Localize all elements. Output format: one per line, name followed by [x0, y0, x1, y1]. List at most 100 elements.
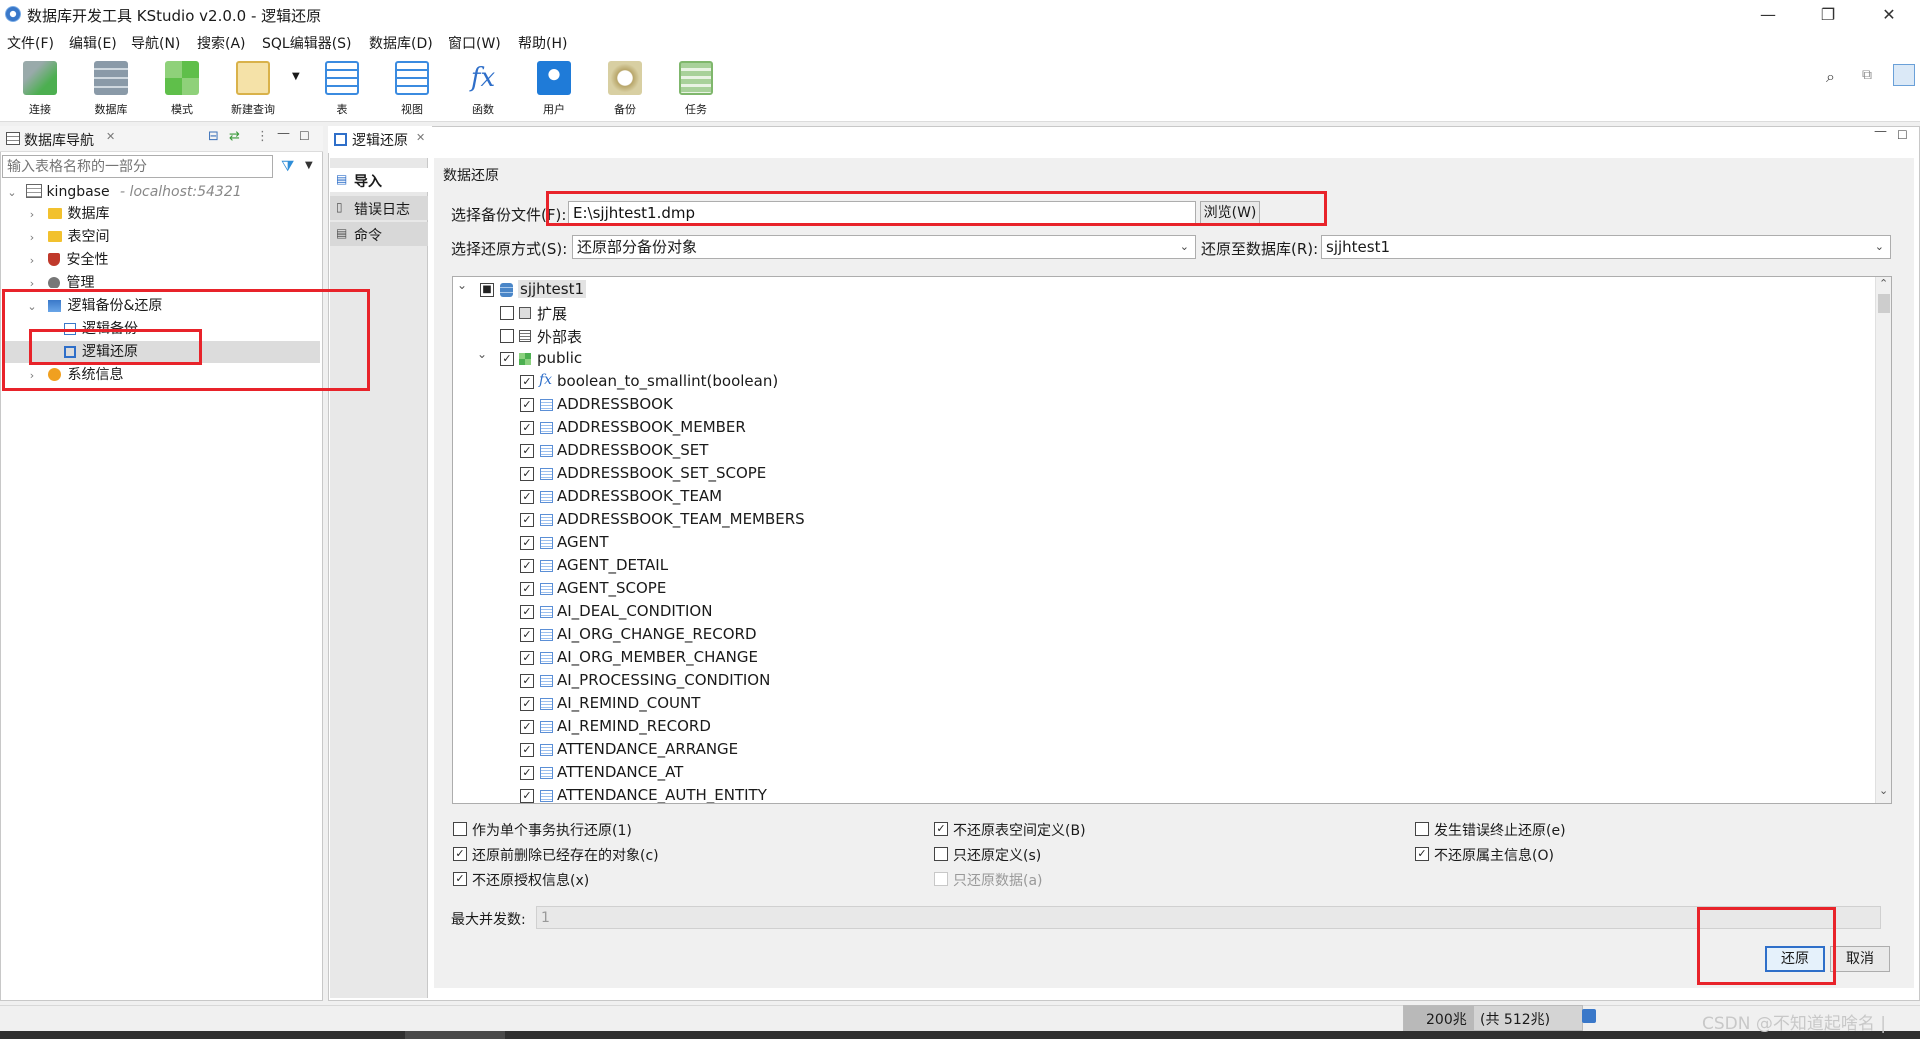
chevron-right-icon[interactable]: ›	[26, 204, 38, 226]
maximize-editor-icon[interactable]: ☐	[1897, 128, 1908, 142]
schema-button[interactable]: 模式	[151, 61, 213, 119]
object-checkbox[interactable]: ✓	[520, 513, 534, 527]
task-button[interactable]: 任务	[665, 61, 727, 119]
object-checkbox[interactable]: ✓	[520, 766, 534, 780]
scroll-up-icon[interactable]: ⌃	[1879, 277, 1888, 290]
object-checkbox[interactable]: ✓	[520, 674, 534, 688]
restore-mode-select[interactable]: 还原部分备份对象 ⌄	[572, 235, 1196, 259]
object-checkbox[interactable]: ✓	[520, 651, 534, 665]
menu-search[interactable]: 搜索(A)	[197, 33, 246, 53]
connect-button[interactable]: 连接	[9, 61, 71, 119]
object-checkbox[interactable]: ✓	[520, 375, 534, 389]
minimize-editor-icon[interactable]: —	[1874, 124, 1887, 139]
max-concurrency-input[interactable]	[536, 906, 1881, 929]
tree-item-logical-restore[interactable]: 逻辑还原	[64, 341, 138, 363]
side-tab-import[interactable]: ▤ 导入	[330, 168, 428, 192]
filter-dropdown-icon[interactable]: ▼	[305, 160, 313, 171]
navigator-tab-label[interactable]: 数据库导航	[24, 130, 94, 150]
editor-tab-close-icon[interactable]: ✕	[416, 131, 425, 144]
single-transaction-checkbox[interactable]	[453, 822, 467, 836]
backup-button[interactable]: 备份	[594, 61, 656, 119]
object-checkbox[interactable]: ✓	[520, 628, 534, 642]
minimize-button[interactable]: —	[1745, 0, 1791, 29]
link-editor-icon[interactable]: ⇄	[229, 129, 240, 144]
no-privileges-checkbox[interactable]: ✓	[453, 872, 467, 886]
tree-item-security[interactable]: › 安全性	[26, 249, 109, 272]
object-checkbox[interactable]: ✓	[520, 789, 534, 803]
collapse-all-icon[interactable]: ⊟	[208, 129, 219, 144]
perspective-icon[interactable]: ⧉	[1862, 67, 1872, 83]
tree-item-databases[interactable]: › 数据库	[26, 203, 110, 226]
menu-sql-editor[interactable]: SQL编辑器(S)	[262, 33, 352, 53]
browse-button[interactable]: 浏览(W)	[1200, 201, 1260, 225]
search-icon[interactable]: ⌕	[1826, 67, 1835, 87]
editor-tab[interactable]: 逻辑还原 ✕	[328, 126, 432, 153]
backup-file-input[interactable]	[568, 201, 1196, 225]
object-checkbox[interactable]: ✓	[520, 559, 534, 573]
side-tab-command[interactable]: ▤ 命令	[330, 222, 428, 246]
restore-button[interactable]: ❐	[1805, 0, 1851, 29]
menu-database[interactable]: 数据库(D)	[369, 33, 433, 53]
view-button[interactable]: 视图	[381, 61, 443, 119]
chevron-right-icon[interactable]: ›	[26, 250, 38, 272]
object-checkbox[interactable]: ✓	[520, 444, 534, 458]
minimize-panel-icon[interactable]: —	[277, 126, 290, 141]
database-button[interactable]: 数据库	[80, 61, 142, 119]
object-checkbox[interactable]: ✓	[520, 421, 534, 435]
object-checkbox[interactable]: ✓	[520, 536, 534, 550]
function-button[interactable]: fx 函数	[452, 61, 514, 119]
garbage-collect-icon[interactable]	[1582, 1009, 1596, 1023]
side-tab-error-log[interactable]: ▯ 错误日志	[330, 196, 428, 220]
no-tablespace-checkbox[interactable]: ✓	[934, 822, 948, 836]
tree-item-system-info[interactable]: › 系统信息	[26, 364, 124, 387]
restore-button[interactable]: 还原	[1765, 946, 1825, 972]
menu-file[interactable]: 文件(F)	[7, 33, 54, 53]
new-query-dropdown-icon[interactable]: ▼	[292, 71, 300, 82]
public-checkbox[interactable]: ✓	[500, 352, 514, 366]
navigator-filter-input[interactable]	[2, 155, 273, 178]
tree-connection-kingbase[interactable]: ⌄ kingbase - localhost:54321	[6, 181, 242, 203]
filter-icon[interactable]: ⧩	[281, 157, 294, 175]
extension-checkbox[interactable]	[500, 306, 514, 320]
tree-item-tablespaces[interactable]: › 表空间	[26, 226, 110, 249]
close-button[interactable]: ✕	[1866, 0, 1912, 29]
user-button[interactable]: 用户	[523, 61, 585, 119]
tree-item-logical-backup[interactable]: 逻辑备份	[64, 318, 138, 340]
root-checkbox[interactable]: ■	[480, 283, 494, 297]
chevron-down-icon[interactable]: ⌄	[477, 347, 487, 361]
tree-scrollbar[interactable]: ⌃ ⌄	[1875, 277, 1891, 803]
exit-on-error-checkbox[interactable]	[1415, 822, 1429, 836]
cancel-button[interactable]: 取消	[1830, 946, 1890, 972]
object-checkbox[interactable]: ✓	[520, 398, 534, 412]
object-checkbox[interactable]: ✓	[520, 467, 534, 481]
chevron-right-icon[interactable]: ›	[26, 227, 38, 249]
foreign-table-checkbox[interactable]	[500, 329, 514, 343]
no-owner-checkbox[interactable]: ✓	[1415, 847, 1429, 861]
object-checkbox[interactable]: ✓	[520, 582, 534, 596]
menu-help[interactable]: 帮助(H)	[518, 33, 567, 53]
object-checkbox[interactable]: ✓	[520, 720, 534, 734]
object-checkbox[interactable]: ✓	[520, 743, 534, 757]
chevron-right-icon[interactable]: ›	[26, 365, 38, 387]
object-checkbox[interactable]: ✓	[520, 605, 534, 619]
scroll-thumb[interactable]	[1878, 294, 1890, 313]
kstudio-perspective-icon[interactable]	[1893, 64, 1915, 86]
scroll-down-icon[interactable]: ⌄	[1879, 784, 1888, 797]
object-checkbox[interactable]: ✓	[520, 490, 534, 504]
schema-only-checkbox[interactable]	[934, 847, 948, 861]
menu-edit[interactable]: 编辑(E)	[69, 33, 117, 53]
menu-navigate[interactable]: 导航(N)	[131, 33, 180, 53]
clean-before-restore-checkbox[interactable]: ✓	[453, 847, 467, 861]
menu-window[interactable]: 窗口(W)	[448, 33, 501, 53]
chevron-down-icon[interactable]: ⌄	[6, 182, 18, 204]
object-tree[interactable]: ⌄ ■ sjjhtest1 扩展 外部表 ⌄ ✓ public ✓ fx boole…	[452, 276, 1892, 804]
data-only-checkbox[interactable]	[934, 872, 948, 886]
chevron-right-icon[interactable]: ›	[26, 273, 38, 288]
chevron-down-icon[interactable]: ⌄	[26, 296, 38, 318]
tree-item-logical-backup-restore[interactable]: ⌄ 逻辑备份&还原	[26, 295, 162, 317]
object-checkbox[interactable]: ✓	[520, 697, 534, 711]
navigator-close-icon[interactable]: ✕	[106, 130, 115, 143]
table-button[interactable]: 表	[311, 61, 373, 119]
target-db-select[interactable]: sjjhtest1 ⌄	[1321, 235, 1891, 259]
new-query-button[interactable]: 新建查询	[222, 61, 284, 119]
